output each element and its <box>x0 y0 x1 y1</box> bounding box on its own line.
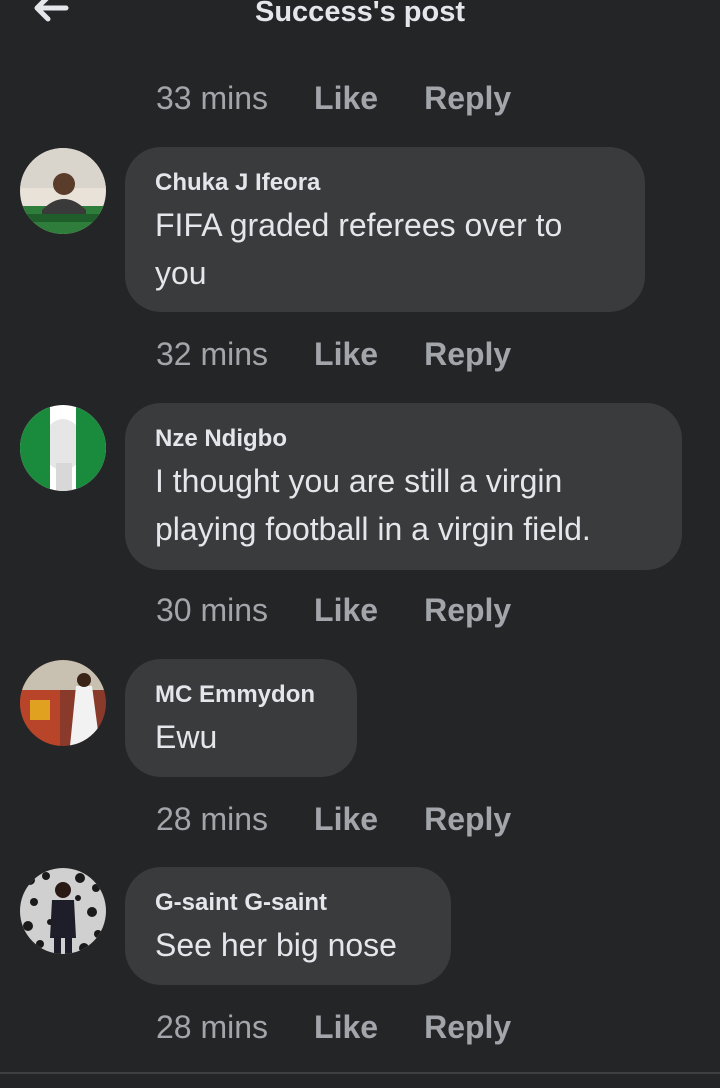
comment-author[interactable]: Chuka J Ifeora <box>155 169 617 197</box>
comment-bubble: Nze Ndigbo I thought you are still a vir… <box>125 403 682 570</box>
comment-text-line: Ewu <box>155 719 218 755</box>
comment-time: 28 mins <box>156 1008 269 1045</box>
reply-button[interactable]: Reply <box>424 336 511 373</box>
comment-actions-row: 32 mins Like Reply <box>156 334 511 374</box>
reply-button[interactable]: Reply <box>424 801 511 838</box>
like-button[interactable]: Like <box>314 336 378 373</box>
reply-button[interactable]: Reply <box>424 1009 511 1046</box>
comment-actions-row: 28 mins Like Reply <box>156 799 511 839</box>
avatar[interactable] <box>20 868 106 954</box>
divider <box>0 1072 720 1074</box>
avatar[interactable] <box>20 405 106 491</box>
like-button[interactable]: Like <box>314 592 378 629</box>
comment-text-line: FIFA graded referees over to <box>155 207 563 243</box>
like-button[interactable]: Like <box>314 1009 378 1046</box>
comment-author[interactable]: Nze Ndigbo <box>155 425 654 453</box>
reply-button[interactable]: Reply <box>424 80 511 117</box>
comment-time: 28 mins <box>156 800 269 837</box>
comment-text-line: See her big nose <box>155 927 397 963</box>
comment-author[interactable]: G-saint G-saint <box>155 889 423 917</box>
comment-bubble: G-saint G-saint See her big nose <box>125 867 451 985</box>
comment-actions-row: 30 mins Like Reply <box>156 590 511 630</box>
comment-bubble: MC Emmydon Ewu <box>125 659 357 777</box>
header-bar: Success's post <box>0 0 720 40</box>
comment-actions-row: 28 mins Like Reply <box>156 1007 511 1047</box>
comment-time: 33 mins <box>156 79 269 116</box>
comment-author[interactable]: MC Emmydon <box>155 681 329 709</box>
comment-bubble: Chuka J Ifeora FIFA graded referees over… <box>125 147 645 312</box>
comment-text-line: playing football in a virgin field. <box>155 511 591 547</box>
like-button[interactable]: Like <box>314 801 378 838</box>
avatar[interactable] <box>20 148 106 234</box>
comment-time: 32 mins <box>156 335 269 372</box>
avatar[interactable] <box>20 660 106 746</box>
comments-page: Success's post 33 mins Like Reply Chuka … <box>0 0 720 1088</box>
reply-button[interactable]: Reply <box>424 592 511 629</box>
page-title: Success's post <box>255 0 465 28</box>
comment-text-line: you <box>155 255 207 291</box>
comment-time: 30 mins <box>156 591 269 628</box>
comment-actions-row: 33 mins Like Reply <box>156 78 511 118</box>
like-button[interactable]: Like <box>314 80 378 117</box>
comment-text-line: I thought you are still a virgin <box>155 463 563 499</box>
